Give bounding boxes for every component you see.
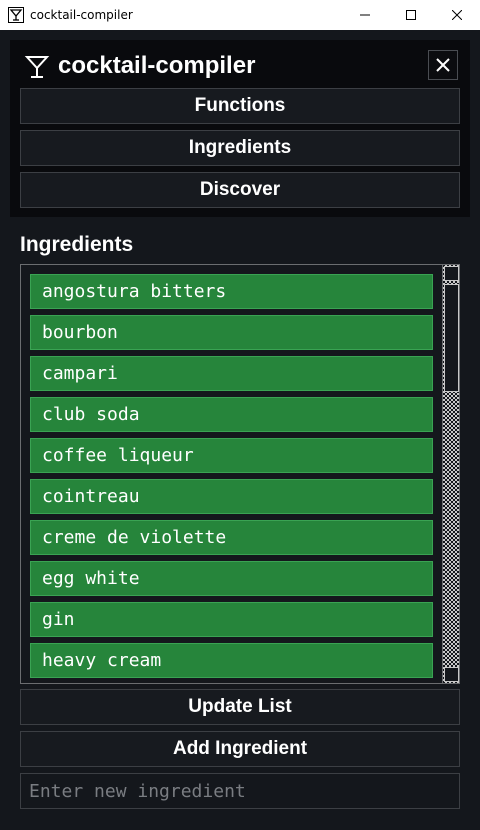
cocktail-glass-icon bbox=[24, 56, 50, 78]
nav-discover-button[interactable]: Discover bbox=[20, 172, 460, 208]
section-heading: Ingredients bbox=[20, 233, 134, 256]
app-cocktail-icon bbox=[8, 7, 24, 23]
window-title: cocktail-compiler bbox=[30, 8, 133, 22]
list-item[interactable]: egg white bbox=[30, 561, 433, 596]
scroll-down-button[interactable] bbox=[444, 667, 459, 682]
list-item[interactable]: bourbon bbox=[30, 315, 433, 350]
window-close-button[interactable] bbox=[434, 0, 480, 30]
app-title: cocktail-compiler bbox=[58, 52, 256, 79]
close-icon bbox=[452, 10, 462, 20]
minimize-icon bbox=[360, 14, 370, 16]
window-titlebar: cocktail-compiler bbox=[0, 0, 480, 30]
list-item[interactable]: coffee liqueur bbox=[30, 438, 433, 473]
maximize-icon bbox=[406, 10, 416, 20]
list-scrollbar[interactable] bbox=[442, 265, 459, 683]
list-item[interactable]: campari bbox=[30, 356, 433, 391]
header-panel: cocktail-compiler Functions Ingredients … bbox=[10, 40, 470, 217]
minimize-button[interactable] bbox=[342, 0, 388, 30]
close-panel-button[interactable] bbox=[428, 50, 458, 80]
close-icon bbox=[436, 58, 450, 72]
update-list-button[interactable]: Update List bbox=[20, 689, 460, 725]
list-item[interactable]: angostura bitters bbox=[30, 274, 433, 309]
nav-ingredients-button[interactable]: Ingredients bbox=[20, 130, 460, 166]
list-item[interactable]: heavy cream bbox=[30, 643, 433, 678]
list-item[interactable]: gin bbox=[30, 602, 433, 637]
nav-functions-button[interactable]: Functions bbox=[20, 88, 460, 124]
maximize-button[interactable] bbox=[388, 0, 434, 30]
list-item[interactable]: club soda bbox=[30, 397, 433, 432]
list-item[interactable]: cointreau bbox=[30, 479, 433, 514]
ingredient-list[interactable]: angostura bitters bourbon campari club s… bbox=[20, 264, 460, 684]
add-ingredient-button[interactable]: Add Ingredient bbox=[20, 731, 460, 767]
new-ingredient-input[interactable] bbox=[20, 773, 460, 809]
scroll-up-button[interactable] bbox=[444, 266, 459, 281]
scroll-thumb[interactable] bbox=[444, 284, 459, 392]
list-item[interactable]: creme de violette bbox=[30, 520, 433, 555]
